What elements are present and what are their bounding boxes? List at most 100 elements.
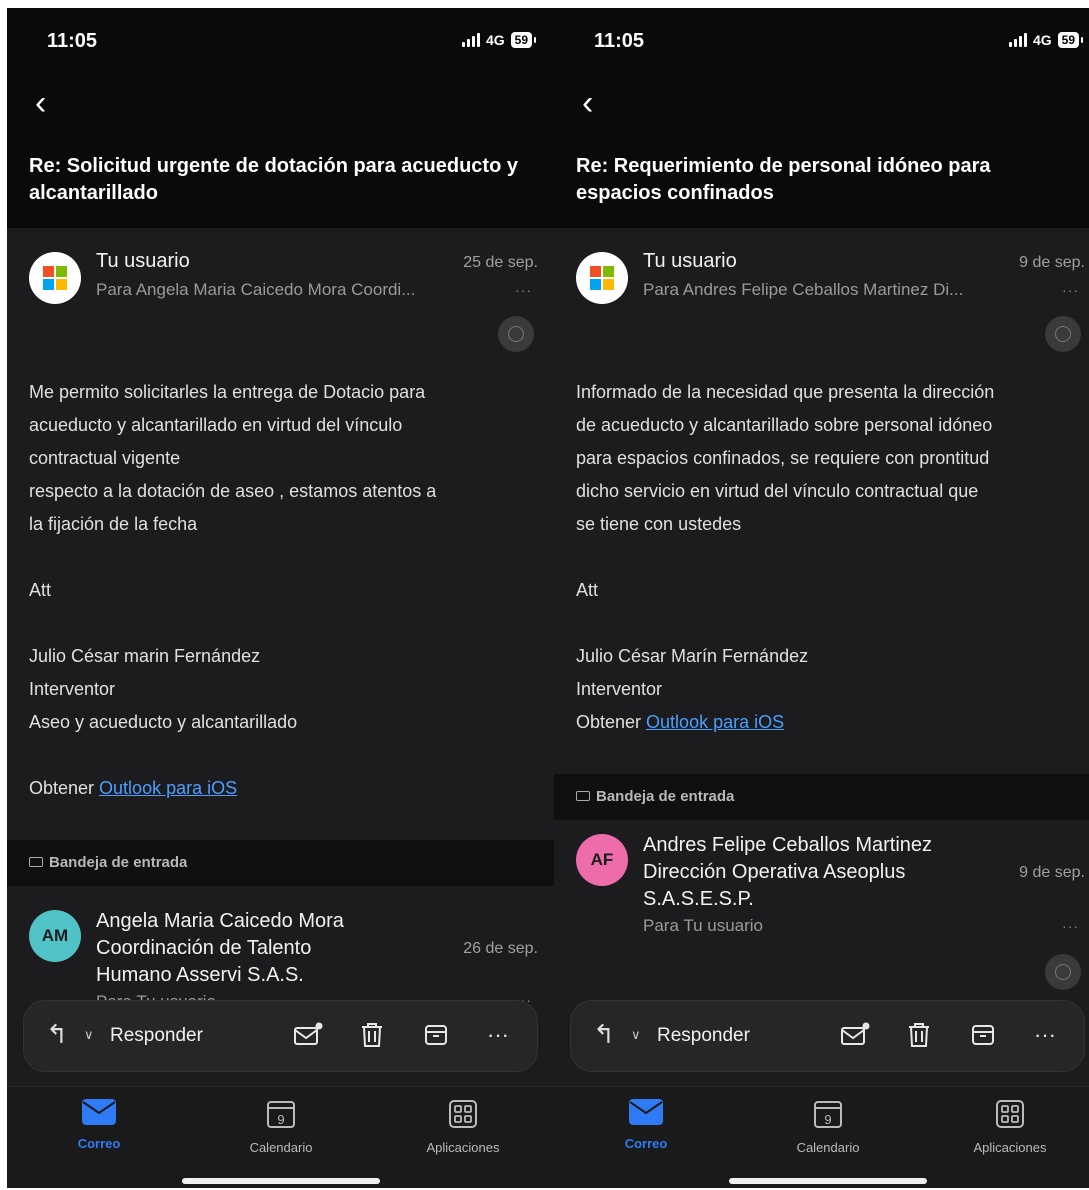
smiley-icon	[508, 326, 524, 342]
status-time: 11:05	[594, 30, 645, 52]
avatar[interactable]: AF	[576, 834, 628, 886]
message-date: 9 de sep.	[1019, 864, 1085, 881]
reaction-button[interactable]	[1045, 316, 1081, 352]
outlook-ios-link[interactable]: Outlook para iOS	[99, 778, 237, 798]
tab-apps[interactable]: Aplicaciones	[393, 1099, 533, 1155]
home-indicator	[729, 1178, 927, 1184]
chevron-down-icon[interactable]: ∨	[84, 1027, 94, 1043]
footer-line: Obtener Outlook para iOS	[29, 778, 238, 798]
subject-text: Re: Solicitud urgente de dotación para a…	[29, 155, 518, 204]
mail-icon	[82, 1099, 116, 1125]
trash-icon[interactable]	[901, 1017, 937, 1053]
subject-text: Re: Requerimiento de personal idóneo par…	[576, 155, 991, 204]
apps-icon	[996, 1100, 1024, 1128]
body-line: Interventor	[576, 679, 663, 699]
folder-icon	[576, 791, 590, 801]
mail-icon	[629, 1099, 663, 1125]
reply-icon[interactable]: ↰	[46, 1019, 68, 1050]
body-line: contractual vigente	[29, 448, 181, 468]
body-line: Me permito solicitarles la entrega de Do…	[29, 382, 426, 402]
body-line: la fijación de la fecha	[29, 514, 198, 534]
message-card: Tu usuario 25 de sep. Para Angela Maria …	[7, 228, 554, 840]
signal-icon	[461, 33, 480, 47]
tab-bar: Correo 9 Calendario Aplicaciones	[554, 1086, 1089, 1188]
signal-icon	[1008, 33, 1027, 47]
folder-bar: Bandeja de entrada	[554, 774, 1089, 820]
sender-name[interactable]: Tu usuario	[643, 250, 737, 273]
avatar[interactable]: AM	[29, 910, 81, 962]
thread-message[interactable]: AF Andres Felipe Ceballos Martinez Direc…	[554, 820, 1089, 1000]
reaction-button[interactable]	[1045, 954, 1081, 990]
reaction-button[interactable]	[498, 316, 534, 352]
recipient-line[interactable]: Para Angela Maria Caicedo Mora Coordi...	[96, 280, 496, 300]
more-options-icon[interactable]: ···	[1062, 282, 1079, 298]
status-bar: 11:05 4G 59	[7, 8, 554, 72]
body-line	[29, 541, 542, 574]
calendar-icon: 9	[267, 1101, 295, 1128]
more-options-icon[interactable]: ···	[1062, 918, 1079, 934]
body-line: acueducto y alcantarillado en virtud del…	[29, 415, 403, 435]
tab-apps[interactable]: Aplicaciones	[940, 1099, 1080, 1155]
reply-button[interactable]: Responder	[657, 1025, 750, 1047]
action-toolbar: ↰ ∨ Responder ···	[570, 1000, 1085, 1072]
archive-icon[interactable]	[418, 1017, 454, 1053]
more-icon[interactable]: ···	[480, 1017, 516, 1053]
microsoft-logo-icon	[590, 266, 614, 290]
sender-name[interactable]: Tu usuario	[96, 250, 190, 273]
folder-label: Bandeja de entrada	[49, 854, 188, 871]
chevron-down-icon[interactable]: ∨	[631, 1027, 641, 1043]
tab-calendar[interactable]: 9 Calendario	[211, 1099, 351, 1155]
folder-bar: Bandeja de entrada	[7, 840, 554, 886]
battery-icon: 59	[510, 32, 537, 48]
avatar[interactable]	[29, 252, 81, 304]
message-date: 9 de sep.	[1019, 254, 1085, 271]
network-type: 4G	[1032, 32, 1052, 48]
body-line: Att	[576, 580, 599, 600]
mark-unread-icon[interactable]	[290, 1017, 326, 1053]
body-line: se tiene con ustedes	[576, 514, 742, 534]
network-type: 4G	[485, 32, 505, 48]
tab-bar: Correo 9 Calendario Aplicaciones	[7, 1086, 554, 1188]
body-line: Interventor	[29, 679, 116, 699]
thread-message[interactable]: AM Angela Maria Caicedo Mora Coordinació…	[7, 886, 554, 1011]
smiley-icon	[1055, 326, 1071, 342]
sender-name[interactable]: Andres Felipe Ceballos Martinez Direcció…	[643, 832, 932, 913]
microsoft-logo-icon	[43, 266, 67, 290]
tab-calendar[interactable]: 9 Calendario	[758, 1099, 898, 1155]
email-subject: Re: Requerimiento de personal idóneo par…	[554, 132, 1089, 228]
body-line	[576, 541, 1089, 574]
folder-label: Bandeja de entrada	[596, 788, 735, 805]
avatar[interactable]	[576, 252, 628, 304]
folder-icon	[29, 857, 43, 867]
mark-unread-icon[interactable]	[837, 1017, 873, 1053]
more-icon[interactable]: ···	[1027, 1017, 1063, 1053]
status-bar: 11:05 4G 59	[554, 8, 1089, 72]
tab-mail[interactable]: Correo	[29, 1099, 169, 1151]
recipient-line[interactable]: Para Andres Felipe Ceballos Martinez Di.…	[643, 280, 1043, 300]
reply-button[interactable]: Responder	[110, 1025, 203, 1047]
nav-bar: ‹	[554, 72, 1089, 132]
body-line: Julio César Marín Fernández	[576, 646, 809, 666]
message-date: 26 de sep.	[463, 940, 538, 957]
sender-name[interactable]: Angela Maria Caicedo Mora Coordinación d…	[96, 908, 344, 989]
apps-icon	[449, 1100, 477, 1128]
svg-text:9: 9	[277, 1112, 284, 1127]
back-chevron-icon[interactable]: ‹	[582, 86, 593, 120]
footer-line: Obtener Outlook para iOS	[576, 712, 785, 732]
action-toolbar: ↰ ∨ Responder ···	[23, 1000, 538, 1072]
message-body: Me permito solicitarles la entrega de Do…	[29, 376, 542, 805]
recipient-line[interactable]: Para Tu usuario	[643, 916, 763, 936]
trash-icon[interactable]	[354, 1017, 390, 1053]
outlook-ios-link[interactable]: Outlook para iOS	[646, 712, 784, 732]
body-line: respecto a la dotación de aseo , estamos…	[29, 481, 437, 501]
more-options-icon[interactable]: ···	[515, 282, 532, 298]
reply-icon[interactable]: ↰	[593, 1019, 615, 1050]
body-line: para espacios confinados, se requiere co…	[576, 448, 990, 468]
tab-mail[interactable]: Correo	[576, 1099, 716, 1151]
body-line: Julio César marin Fernández	[29, 646, 261, 666]
body-line: de acueducto y alcantarillado sobre pers…	[576, 415, 993, 435]
archive-icon[interactable]	[965, 1017, 1001, 1053]
back-chevron-icon[interactable]: ‹	[35, 86, 46, 120]
body-line	[576, 607, 1089, 640]
body-line	[29, 607, 542, 640]
